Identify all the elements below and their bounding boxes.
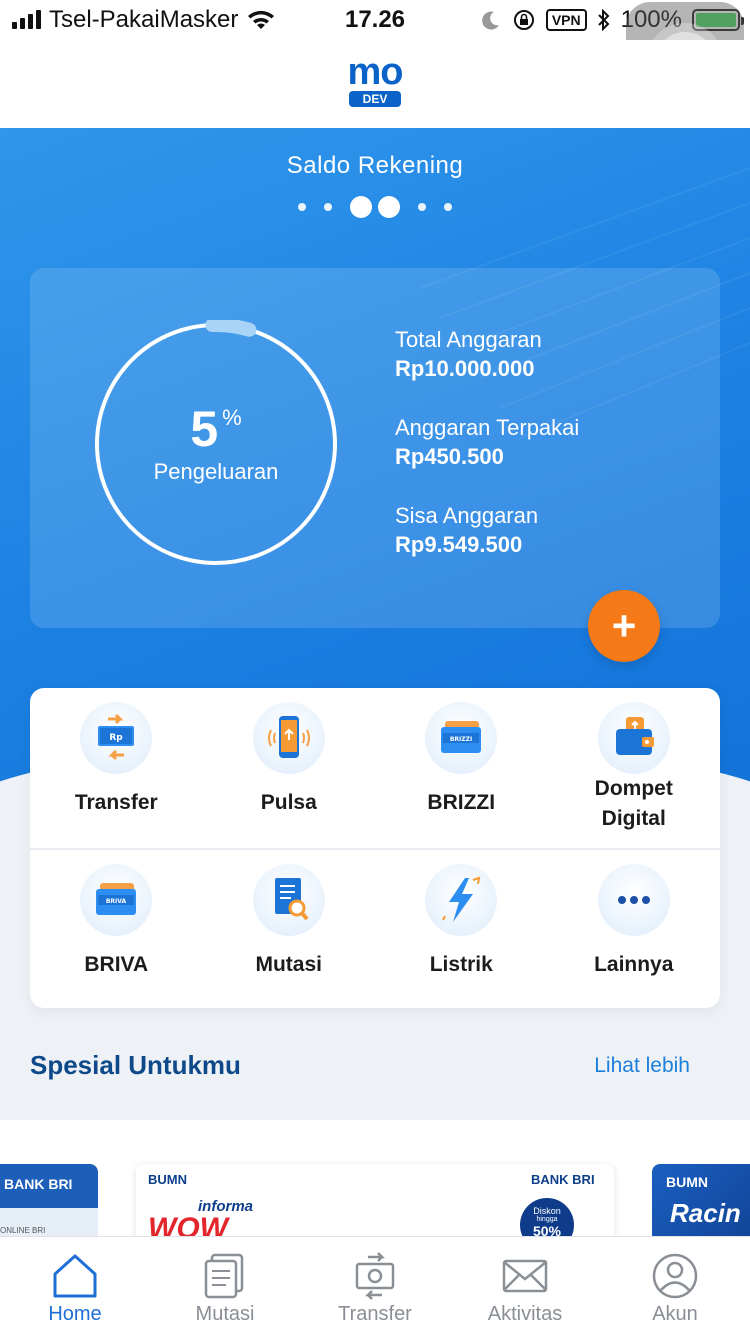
discount-label: Diskon [533,1206,561,1216]
app-header: mo DEV [0,40,750,128]
transfer-money-icon [355,1252,395,1300]
menu-row-1: Rp Transfer Pulsa BRIZZI BRIZZI Dompet D… [30,688,720,848]
svg-text:BRIZZI: BRIZZI [450,736,472,743]
promo-title: Racin [670,1198,741,1228]
menu-item-digital-wallet[interactable]: Dompet Digital [548,688,721,848]
menu-item-pulsa[interactable]: Pulsa [203,688,376,848]
promo-subtitle: ONLINE BRI [0,1226,46,1235]
menu-item-mutasi[interactable]: Mutasi [203,850,376,1008]
svg-text:Rp: Rp [110,733,124,743]
user-icon [652,1253,698,1299]
menu-label: Dompet Digital [594,777,673,830]
discount-sublabel: hingga [536,1216,558,1223]
nav-label: Transfer [338,1303,412,1325]
app-logo: mo DEV [340,51,410,108]
more-icon [597,864,670,936]
bottom-navigation: Home Mutasi Transfer Aktivitas Akun [0,1236,750,1334]
spending-percent: 5 [190,401,219,457]
menu-item-briva[interactable]: BRIVA BRIVA [30,850,203,1008]
promo-carousel[interactable]: BANK BRI ONLINE BRI BUMN BANK BRI inform… [0,1120,750,1250]
budget-stats: Total Anggaran Rp10.000.000 Anggaran Ter… [395,326,579,590]
carousel-dot-active[interactable] [378,196,400,218]
remaining-budget-value: Rp9.549.500 [395,532,523,557]
menu-item-transfer[interactable]: Rp Transfer [30,688,203,848]
nav-label: Akun [652,1303,698,1325]
menu-label: BRIVA [84,953,149,976]
add-budget-button[interactable]: + [588,590,660,662]
nav-label: Mutasi [195,1303,255,1325]
phone-icon [252,702,325,774]
logo-text: mo [347,51,404,93]
quick-menu-card: Rp Transfer Pulsa BRIZZI BRIZZI Dompet D… [30,688,720,1008]
carousel-dots[interactable] [0,196,750,218]
nav-aktivitas[interactable]: Aktivitas [450,1237,600,1334]
briva-card-icon: BRIVA [80,864,153,936]
used-budget-value: Rp450.500 [395,444,504,469]
see-more-link[interactable]: Lihat lebih [594,1054,690,1078]
gauge-center: 5 % Pengeluaran [92,320,340,568]
total-budget-value: Rp10.000.000 [395,356,535,381]
nav-label: Home [48,1303,102,1325]
carousel-dot[interactable] [444,203,452,211]
promo-brand: BANK BRI [4,1176,73,1192]
menu-item-brizzi[interactable]: BRIZZI BRIZZI [375,688,548,848]
nav-transfer[interactable]: Transfer [300,1237,450,1334]
menu-row-2: BRIVA BRIVA Mutasi Listrik Lainnya [30,848,720,1008]
carousel-dot[interactable] [418,203,426,211]
carousel-dot-active[interactable] [350,196,372,218]
menu-item-listrik[interactable]: Listrik [375,850,548,1008]
menu-label: Lainnya [594,953,674,976]
document-search-icon [252,864,325,936]
promo-brand: BANK BRI [531,1172,595,1187]
menu-label: Listrik [429,953,493,976]
menu-label: BRIZZI [427,791,496,814]
account-balance-title: Saldo Rekening [286,152,464,179]
percent-sign: % [222,405,242,430]
promo-brand: BUMN [148,1172,187,1187]
nav-mutasi[interactable]: Mutasi [150,1237,300,1334]
carousel-dot[interactable] [324,203,332,211]
total-budget-label: Total Anggaran [395,327,542,352]
lightning-icon [425,864,498,936]
vpn-badge: VPN [545,9,587,31]
brizzi-card-icon: BRIZZI [425,702,498,774]
envelope-icon [502,1259,548,1293]
rotation-lock-icon [513,10,534,30]
menu-label: Pulsa [260,791,317,814]
nav-home[interactable]: Home [0,1237,150,1334]
remaining-budget-label: Sisa Anggaran [395,503,539,528]
special-for-you-title: Spesial Untukmu [30,1050,241,1080]
budget-card[interactable]: 5 % Pengeluaran Total Anggaran Rp10.000.… [30,268,720,628]
promo-brand: BUMN [666,1174,708,1190]
svg-text:BRIVA: BRIVA [106,898,127,905]
transfer-icon: Rp [80,702,153,774]
wallet-icon [597,702,670,774]
nav-akun[interactable]: Akun [600,1237,750,1334]
menu-item-lainnya[interactable]: Lainnya [548,850,721,1008]
used-budget-label: Anggaran Terpakai [395,415,580,440]
spending-label: Pengeluaran [153,459,279,484]
bluetooth-icon [597,9,610,31]
moon-icon [481,11,499,30]
menu-label: Transfer [74,791,158,814]
dev-badge: DEV [348,91,402,107]
mutation-doc-icon [204,1253,244,1299]
home-icon [53,1254,97,1298]
nav-label: Aktivitas [487,1303,563,1325]
menu-label: Mutasi [255,953,322,976]
carousel-dot[interactable] [298,203,306,211]
